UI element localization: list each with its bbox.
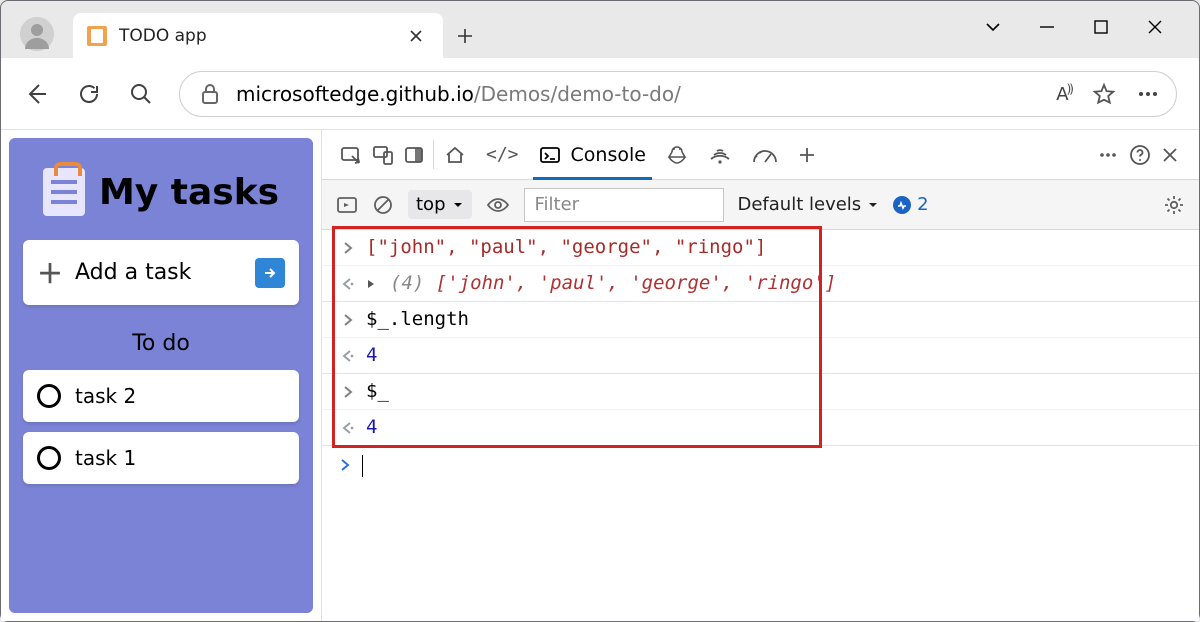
console-text: $_.length [366, 308, 469, 331]
clipboard-icon [43, 168, 85, 216]
chevron-right-icon [340, 386, 356, 398]
plus-icon: ＋ [37, 254, 63, 291]
console-output-row: 4 [322, 410, 1199, 446]
browser-tab[interactable]: TODO app [73, 13, 443, 59]
toggle-sidebar-icon[interactable] [336, 189, 358, 221]
devtools-more-icon[interactable] [1097, 144, 1119, 166]
console-input-row: $_ [322, 374, 1199, 410]
tab-close-button[interactable] [403, 23, 429, 49]
array-length: (4) [390, 272, 424, 294]
back-button[interactable] [23, 80, 51, 108]
devtools-tab-strip: </> Console [322, 130, 1199, 180]
chevron-right-icon [340, 459, 350, 471]
task-checkbox[interactable] [37, 446, 61, 470]
context-selector[interactable]: top [408, 190, 472, 219]
levels-label: Default levels [738, 194, 862, 215]
console-settings-icon[interactable] [1163, 189, 1185, 221]
tab-console[interactable]: Console [529, 130, 656, 179]
clear-console-icon[interactable] [372, 189, 394, 221]
issues-counter[interactable]: 2 [893, 194, 928, 215]
task-label: task 1 [75, 446, 136, 470]
tab-performance-icon[interactable] [752, 144, 778, 166]
console-text: 4 [366, 344, 377, 367]
lock-icon [200, 83, 220, 105]
tab-title: TODO app [119, 26, 207, 46]
chevron-right-icon [340, 242, 356, 254]
console-input-row: ["john", "paul", "george", "ringo"] [322, 230, 1199, 266]
console-filter-input[interactable]: Filter [524, 188, 724, 222]
devtools-close-icon[interactable] [1161, 146, 1179, 164]
console-text: $_ [366, 380, 389, 403]
console-output-row: (4) ['john', 'paul', 'george', 'ringo'] [322, 266, 1199, 302]
console-prompt[interactable] [322, 446, 1199, 481]
devtools-help-icon[interactable] [1129, 144, 1151, 166]
add-task-label: Add a task [75, 260, 191, 285]
favorite-star-icon[interactable] [1092, 82, 1116, 106]
section-title: To do [132, 331, 190, 356]
window-maximize-button[interactable] [1085, 11, 1117, 43]
log-levels-selector[interactable]: Default levels [738, 194, 880, 215]
dock-side-icon[interactable] [404, 145, 424, 165]
submit-task-button[interactable] [255, 258, 285, 288]
tab-favicon [87, 26, 107, 46]
task-item[interactable]: task 1 [23, 432, 299, 484]
profile-avatar[interactable] [20, 17, 54, 51]
more-menu-icon[interactable] [1136, 82, 1160, 106]
refresh-button[interactable] [75, 80, 103, 108]
task-label: task 2 [75, 384, 136, 408]
address-bar[interactable]: microsoftedge.github.io/Demos/demo-to-do… [179, 71, 1177, 117]
live-expression-icon[interactable] [486, 189, 510, 221]
console-text: ["john", "paul", "george", "ringo"] [366, 236, 766, 259]
console-input-row: $_.length [322, 302, 1199, 338]
chevron-right-icon [340, 314, 356, 326]
window-close-button[interactable] [1139, 11, 1171, 43]
app-title: My tasks [99, 172, 279, 213]
console-output-row: 4 [322, 338, 1199, 374]
device-emulation-icon[interactable] [372, 144, 394, 166]
more-tabs-button[interactable] [798, 146, 816, 164]
tab-elements[interactable]: </> [486, 144, 519, 165]
array-preview: ['john', 'paul', 'george', 'ringo'] [436, 272, 836, 294]
issue-icon [893, 196, 911, 214]
browser-content: My tasks ＋ Add a task To do task 2 task … [1, 130, 1199, 621]
tab-sources-icon[interactable] [666, 144, 688, 166]
context-label: top [416, 194, 446, 215]
read-aloud-icon[interactable]: A)) [1056, 82, 1072, 105]
task-checkbox[interactable] [37, 384, 61, 408]
todo-app: My tasks ＋ Add a task To do task 2 task … [9, 138, 313, 613]
new-tab-button[interactable] [443, 13, 487, 59]
tab-console-label: Console [571, 144, 646, 166]
inspect-element-icon[interactable] [340, 144, 362, 166]
chevron-left-dot-icon [340, 350, 356, 362]
expand-icon[interactable] [366, 278, 380, 290]
caret-down-icon[interactable] [977, 11, 1009, 43]
issues-count: 2 [917, 194, 928, 215]
console-icon [539, 144, 561, 166]
text-cursor [362, 455, 363, 477]
browser-titlebar: TODO app [1, 1, 1199, 58]
window-minimize-button[interactable] [1031, 11, 1063, 43]
console-toolbar: top Filter Default levels 2 [322, 180, 1199, 230]
devtools-panel: </> Console top Filter [321, 130, 1199, 621]
url-text: microsoftedge.github.io/Demos/demo-to-do… [236, 82, 681, 106]
browser-toolbar: microsoftedge.github.io/Demos/demo-to-do… [1, 58, 1199, 130]
console-output[interactable]: ["john", "paul", "george", "ringo"] (4) … [322, 230, 1199, 621]
console-text: 4 [366, 416, 377, 439]
chevron-left-dot-icon [340, 278, 356, 290]
chevron-left-dot-icon [340, 422, 356, 434]
task-item[interactable]: task 2 [23, 370, 299, 422]
tab-welcome[interactable] [444, 144, 466, 166]
filter-placeholder: Filter [535, 194, 580, 215]
add-task-input[interactable]: ＋ Add a task [23, 240, 299, 305]
search-icon[interactable] [127, 80, 155, 108]
tab-network-icon[interactable] [708, 144, 732, 166]
